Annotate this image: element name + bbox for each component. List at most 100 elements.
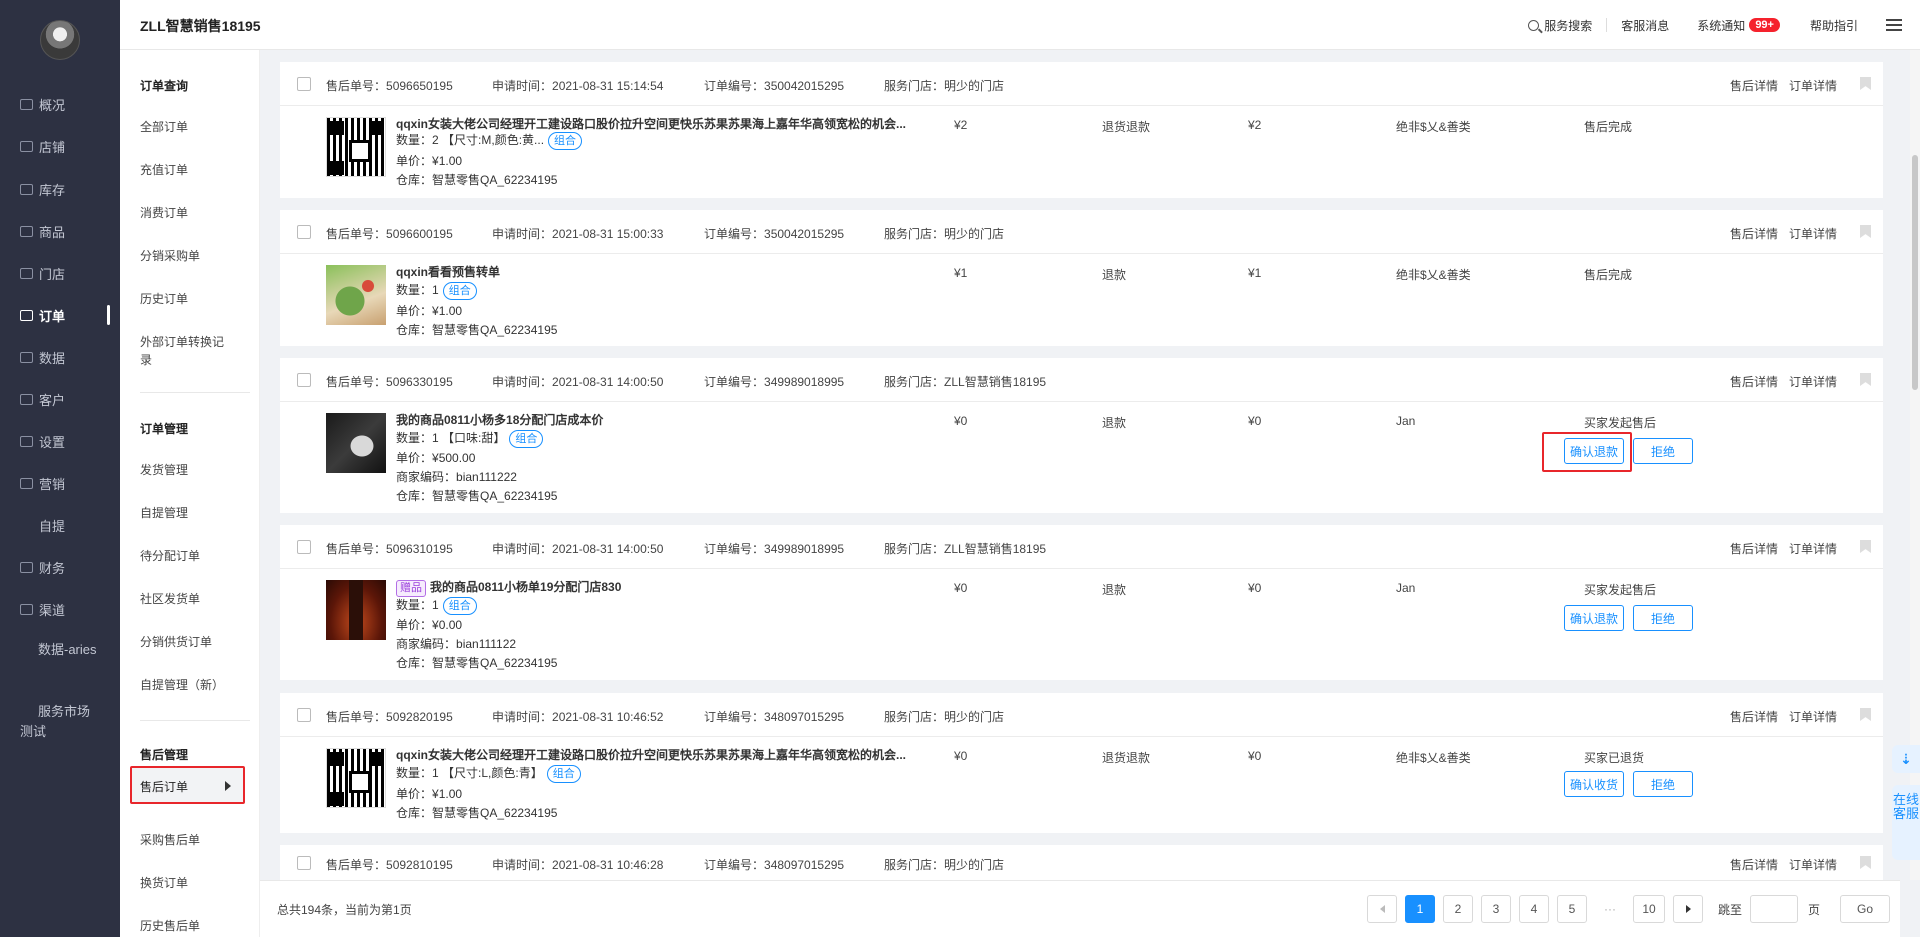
nav-item-data[interactable]: 数据 <box>0 336 120 378</box>
confirm-receipt-button[interactable]: 确认收货 <box>1564 771 1624 797</box>
customer-messages-link[interactable]: 客服消息 <box>1621 17 1669 34</box>
submenu-item[interactable]: 自提管理 <box>140 504 240 522</box>
after-sale-detail-link[interactable]: 售后详情 <box>1730 77 1778 94</box>
bookmark-icon[interactable] <box>1860 225 1871 238</box>
order-detail-link[interactable]: 订单详情 <box>1789 373 1837 390</box>
nav-item-service-market[interactable]: 服务市场测试 <box>0 702 120 746</box>
nav-item-stores[interactable]: 门店 <box>0 252 120 294</box>
confirm-refund-button[interactable]: 确认退款 <box>1564 605 1624 631</box>
order-no: 订单编号：349989018995 <box>704 375 845 389</box>
submenu-item[interactable]: 自提管理（新） <box>140 676 240 694</box>
select-checkbox[interactable] <box>297 856 311 870</box>
submenu-item[interactable]: 待分配订单 <box>140 547 240 565</box>
submenu-item[interactable]: 分销采购单 <box>140 247 240 265</box>
after-sale-detail-link[interactable]: 售后详情 <box>1730 708 1778 725</box>
product-name[interactable]: qqxin看看预售转单 <box>396 264 500 280</box>
warehouse: 仓库：智慧零售QA_62234195 <box>396 656 558 670</box>
order-detail-link[interactable]: 订单详情 <box>1789 708 1837 725</box>
after-sale-type: 退款 <box>1102 268 1127 282</box>
order-detail-link[interactable]: 订单详情 <box>1789 77 1837 94</box>
nav-item-finance[interactable]: 财务 <box>0 546 120 588</box>
card-header: 售后单号：5096330195 申请时间：2021-08-31 14:00:50… <box>280 358 1883 402</box>
chevron-left-icon <box>1379 905 1385 913</box>
order-detail-link[interactable]: 订单详情 <box>1789 225 1837 242</box>
confirm-refund-button[interactable]: 确认退款 <box>1564 438 1624 464</box>
search-icon[interactable] <box>1528 19 1540 31</box>
submenu-item[interactable]: 历史售后单 <box>140 917 240 935</box>
prev-page-button[interactable] <box>1367 895 1397 923</box>
scrollbar-thumb[interactable] <box>1912 155 1918 390</box>
submenu-item[interactable]: 社区发货单 <box>140 590 240 608</box>
service-store: 服务门店：明少的门店 <box>884 710 1005 724</box>
reject-button[interactable]: 拒绝 <box>1633 771 1693 797</box>
refund-amount: ¥1 <box>1248 266 1262 280</box>
after-sale-detail-link[interactable]: 售后详情 <box>1730 225 1778 242</box>
select-checkbox[interactable] <box>297 225 311 239</box>
after-sale-detail-link[interactable]: 售后详情 <box>1730 540 1778 557</box>
help-guide-link[interactable]: 帮助指引 <box>1810 17 1858 34</box>
nav-item-products[interactable]: 商品 <box>0 210 120 252</box>
select-checkbox[interactable] <box>297 77 311 91</box>
bookmark-icon[interactable] <box>1860 77 1871 90</box>
nav-item-overview[interactable]: 概况 <box>0 83 120 125</box>
pagination-ellipsis[interactable]: ··· <box>1595 895 1625 923</box>
reject-button[interactable]: 拒绝 <box>1633 605 1693 631</box>
nav-item-shop[interactable]: 店铺 <box>0 125 120 167</box>
nav-item-orders[interactable]: 订单 <box>0 294 120 336</box>
order-detail-link[interactable]: 订单详情 <box>1789 540 1837 557</box>
service-search-link[interactable]: 服务搜索 <box>1544 17 1592 34</box>
submenu-item[interactable]: 消费订单 <box>140 204 240 222</box>
product-name[interactable]: qqxin女装大佬公司经理开工建设路口股价拉升空间更快乐苏果苏果海上嘉年华高领宽… <box>396 747 906 763</box>
order-detail-link[interactable]: 订单详情 <box>1789 856 1837 873</box>
product-name[interactable]: 我的商品0811小杨多18分配门店成本价 <box>396 412 603 428</box>
product-name[interactable]: qqxin女装大佬公司经理开工建设路口股价拉升空间更快乐苏果苏果海上嘉年华高领宽… <box>396 116 906 132</box>
bookmark-icon[interactable] <box>1860 373 1871 386</box>
chevron-right-icon <box>1685 905 1691 913</box>
page-2-button[interactable]: 2 <box>1443 895 1473 923</box>
online-service-button[interactable]: 在线客服 <box>1892 785 1920 860</box>
nav-item-settings[interactable]: 设置 <box>0 420 120 462</box>
shop-icon <box>20 140 33 152</box>
avatar[interactable] <box>40 20 80 60</box>
select-checkbox[interactable] <box>297 373 311 387</box>
nav-item-channels[interactable]: 渠道 <box>0 588 120 630</box>
after-sale-detail-link[interactable]: 售后详情 <box>1730 373 1778 390</box>
bookmark-icon[interactable] <box>1860 540 1871 553</box>
submenu-item[interactable]: 换货订单 <box>140 874 240 892</box>
order-no: 订单编号：348097015295 <box>704 858 845 872</box>
page-10-button[interactable]: 10 <box>1633 895 1665 923</box>
download-icon[interactable]: ⇣ <box>1892 745 1920 773</box>
menu-icon[interactable] <box>1886 19 1902 31</box>
select-checkbox[interactable] <box>297 540 311 554</box>
submenu-item-after-sale-orders[interactable]: 售后订单 <box>130 766 245 804</box>
after-sale-detail-link[interactable]: 售后详情 <box>1730 856 1778 873</box>
page-1-button[interactable]: 1 <box>1405 895 1435 923</box>
nav-item-inventory[interactable]: 库存 <box>0 168 120 210</box>
system-notifications-link[interactable]: 系统通知 <box>1697 17 1745 34</box>
bookmark-icon[interactable] <box>1860 856 1871 869</box>
next-page-button[interactable] <box>1673 895 1703 923</box>
after-sale-card: 售后单号：5096330195 申请时间：2021-08-31 14:00:50… <box>280 358 1883 513</box>
apply-time: 申请时间：2021-08-31 14:00:50 <box>492 542 664 556</box>
submenu-item[interactable]: 充值订单 <box>140 161 240 179</box>
page-jump-input[interactable] <box>1750 895 1798 923</box>
page-3-button[interactable]: 3 <box>1481 895 1511 923</box>
nav-item-data-aries[interactable]: 数据-aries <box>0 640 120 684</box>
go-button[interactable]: Go <box>1840 895 1890 923</box>
page-5-button[interactable]: 5 <box>1557 895 1587 923</box>
submenu-item[interactable]: 分销供货订单 <box>140 633 240 651</box>
after-sale-status: 售后完成 <box>1584 120 1633 134</box>
submenu-item[interactable]: 发货管理 <box>140 461 240 479</box>
submenu-item[interactable]: 外部订单转换记录 <box>140 333 230 369</box>
bookmark-icon[interactable] <box>1860 708 1871 721</box>
nav-item-marketing[interactable]: 营销 <box>0 462 120 504</box>
customer-icon <box>20 393 33 405</box>
page-4-button[interactable]: 4 <box>1519 895 1549 923</box>
nav-item-pickup[interactable]: 自提 <box>0 504 120 546</box>
submenu-item[interactable]: 采购售后单 <box>140 831 240 849</box>
submenu-item[interactable]: 全部订单 <box>140 118 240 136</box>
nav-item-customers[interactable]: 客户 <box>0 378 120 420</box>
submenu-item[interactable]: 历史订单 <box>140 290 240 308</box>
reject-button[interactable]: 拒绝 <box>1633 438 1693 464</box>
select-checkbox[interactable] <box>297 708 311 722</box>
